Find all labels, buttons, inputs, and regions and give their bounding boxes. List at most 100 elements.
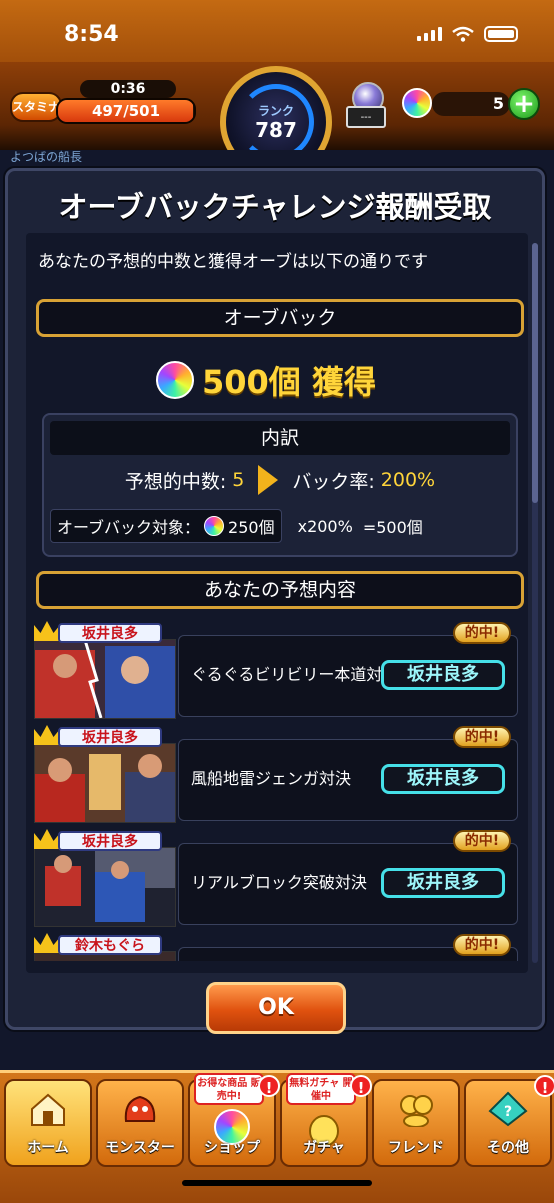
status-bar: 8:54 [0, 0, 554, 62]
multiplier-text: x200% [297, 516, 353, 536]
nav-label: ガチャ [303, 1140, 345, 1156]
hits-value: 5 [232, 469, 245, 491]
nav-other[interactable]: ! ? その他 [464, 1075, 554, 1167]
crown-icon [34, 933, 60, 953]
status-icons [417, 26, 518, 42]
nav-label: モンスター [105, 1140, 175, 1156]
orb-icon [204, 516, 225, 536]
ok-button[interactable]: OK [206, 982, 346, 1034]
orb-result-text: 500個 獲得 [202, 363, 376, 401]
multiplier: x200% [298, 517, 353, 536]
prediction-thumbnail [34, 847, 176, 927]
arrow-right-icon [258, 465, 279, 495]
winner-tag: 坂井良多 [58, 831, 162, 851]
winner-tag: 坂井良多 [58, 623, 162, 643]
svg-text:?: ? [504, 1104, 512, 1120]
home-icon [31, 1093, 65, 1126]
orb-result: 500個 獲得 [156, 357, 376, 403]
target-row: オーブバック対象： 250個 x200% =500個 [50, 509, 423, 543]
prediction-item: 坂井良多 的中! 風船地雷ジェンガ対決 坂井良多 [34, 725, 524, 823]
stamina-timer: 0:36 [80, 80, 176, 98]
prediction-item: 坂井良多 的中! ぐるぐるビリビリー本道対決 坂井良多 [34, 621, 524, 719]
nav-shop[interactable]: お得な商品 販売中! ! ショップ [188, 1073, 280, 1167]
buy-orb-button[interactable]: + [508, 88, 540, 120]
hit-badge: 的中! [453, 934, 511, 956]
orb-icon [402, 88, 432, 118]
breakdown-header: 内訳 [50, 421, 510, 455]
rate-label: バック率: [292, 470, 375, 493]
dialog-intro: あなたの予想的中数と獲得オーブは以下の通りです [38, 252, 428, 272]
scrollbar-thumb[interactable] [532, 243, 538, 503]
winner-tag: 坂井良多 [58, 727, 162, 747]
event-name: リアルブロック突破対決 [191, 873, 367, 892]
hit-badge: 的中! [453, 726, 511, 748]
nav-friend[interactable]: フレンド [372, 1079, 460, 1167]
signal-icon [417, 27, 442, 41]
nav-home[interactable]: ホーム [4, 1079, 92, 1167]
orbback-reward-dialog: オーブバックチャレンジ報酬受取 あなたの予想的中数と獲得オーブは以下の通りです … [5, 168, 545, 1030]
winner-tag: 鈴木もぐら [58, 935, 162, 955]
stamina-bar: 497/501 [56, 98, 196, 124]
picked-player: 坂井良多 [381, 764, 505, 794]
crown-icon [34, 621, 60, 641]
breakdown-panel: 内訳 予想的中数: 5 バック率: 200% オーブバック対象： 250個 x2… [42, 413, 518, 557]
prediction-thumbnail [34, 743, 176, 823]
gacha-promo-badge: 無料ガチャ 開催中 [286, 1073, 356, 1105]
total: =500個 [363, 514, 423, 538]
status-time: 8:54 [64, 22, 119, 47]
predictions-header: あなたの予想内容 [36, 571, 524, 609]
prediction-card: 的中! 風船地雷ジェンガ対決 坂井良多 [178, 726, 518, 821]
dialog-title: オーブバックチャレンジ報酬受取 [58, 190, 492, 224]
rate-value: 200% [380, 469, 436, 491]
prediction-card: 的中! [178, 934, 518, 961]
prediction-thumbnail [34, 639, 176, 719]
dialog-body[interactable]: あなたの予想的中数と獲得オーブは以下の通りです オーブバック 500個 獲得 内… [26, 233, 538, 973]
nav-label: フレンド [388, 1140, 444, 1156]
nav-label: ショップ [204, 1140, 260, 1156]
background-crumb: よつばの船長 [10, 150, 83, 164]
rank-value: 787 [255, 118, 297, 142]
nav-label: その他 [487, 1140, 529, 1156]
event-name: 風船地雷ジェンガ対決 [191, 769, 352, 788]
stamina-label: スタミナ [10, 92, 62, 122]
shop-promo-badge: お得な商品 販売中! [194, 1073, 264, 1105]
prediction-item: 坂井良多 的中! リアルブロック突破対決 坂井良多 [34, 829, 524, 927]
target-box: オーブバック対象： 250個 [50, 509, 282, 543]
nav-monster[interactable]: モンスター [96, 1079, 184, 1167]
shop-alert-badge: ! [258, 1075, 280, 1097]
battery-icon [484, 26, 518, 42]
hit-badge: 的中! [453, 622, 511, 644]
wifi-icon [452, 26, 474, 42]
prediction-item: 鈴木もぐら 的中! [34, 933, 524, 961]
predictions-list[interactable]: 坂井良多 的中! ぐるぐるビリビリー本道対決 坂井良多 坂井良多 的中! 風船地… [26, 621, 528, 961]
orb-count: 5 [492, 94, 504, 113]
gacha-machine-icon[interactable]: --- [346, 82, 386, 130]
gacha-alert-badge: ! [350, 1075, 372, 1097]
prediction-card: 的中! リアルブロック突破対決 坂井良多 [178, 830, 518, 925]
crown-icon [34, 725, 60, 745]
orbback-header: オーブバック [36, 299, 524, 337]
target-value: 250個 [228, 518, 275, 537]
other-alert-badge: ! [534, 1075, 554, 1097]
menu-other-icon: ? [488, 1091, 528, 1127]
dialog-scrollbar[interactable] [532, 243, 538, 963]
rank-label: ランク [257, 104, 294, 118]
crown-icon [34, 829, 60, 849]
hit-rate-row: 予想的中数: 5 バック率: 200% [44, 465, 516, 495]
target-label: オーブバック対象： [57, 518, 201, 537]
event-name: ぐるぐるビリビリー本道対決 [191, 665, 399, 684]
prediction-card: 的中! ぐるぐるビリビリー本道対決 坂井良多 [178, 622, 518, 717]
picked-player: 坂井良多 [381, 660, 505, 690]
hit-badge: 的中! [453, 830, 511, 852]
home-indicator[interactable] [182, 1180, 372, 1186]
stamina-value: 497/501 [91, 102, 161, 120]
gacha-box-label: --- [346, 106, 386, 128]
nav-label: ホーム [27, 1140, 69, 1156]
orb-icon [156, 361, 194, 399]
picked-player: 坂井良多 [381, 868, 505, 898]
friends-icon [400, 1095, 433, 1127]
hits-label: 予想的中数: [124, 470, 227, 493]
nav-gacha[interactable]: 無料ガチャ 開催中 ! ガチャ [280, 1073, 372, 1167]
dragon-icon [124, 1095, 156, 1122]
total-text: =500個 [362, 518, 423, 537]
